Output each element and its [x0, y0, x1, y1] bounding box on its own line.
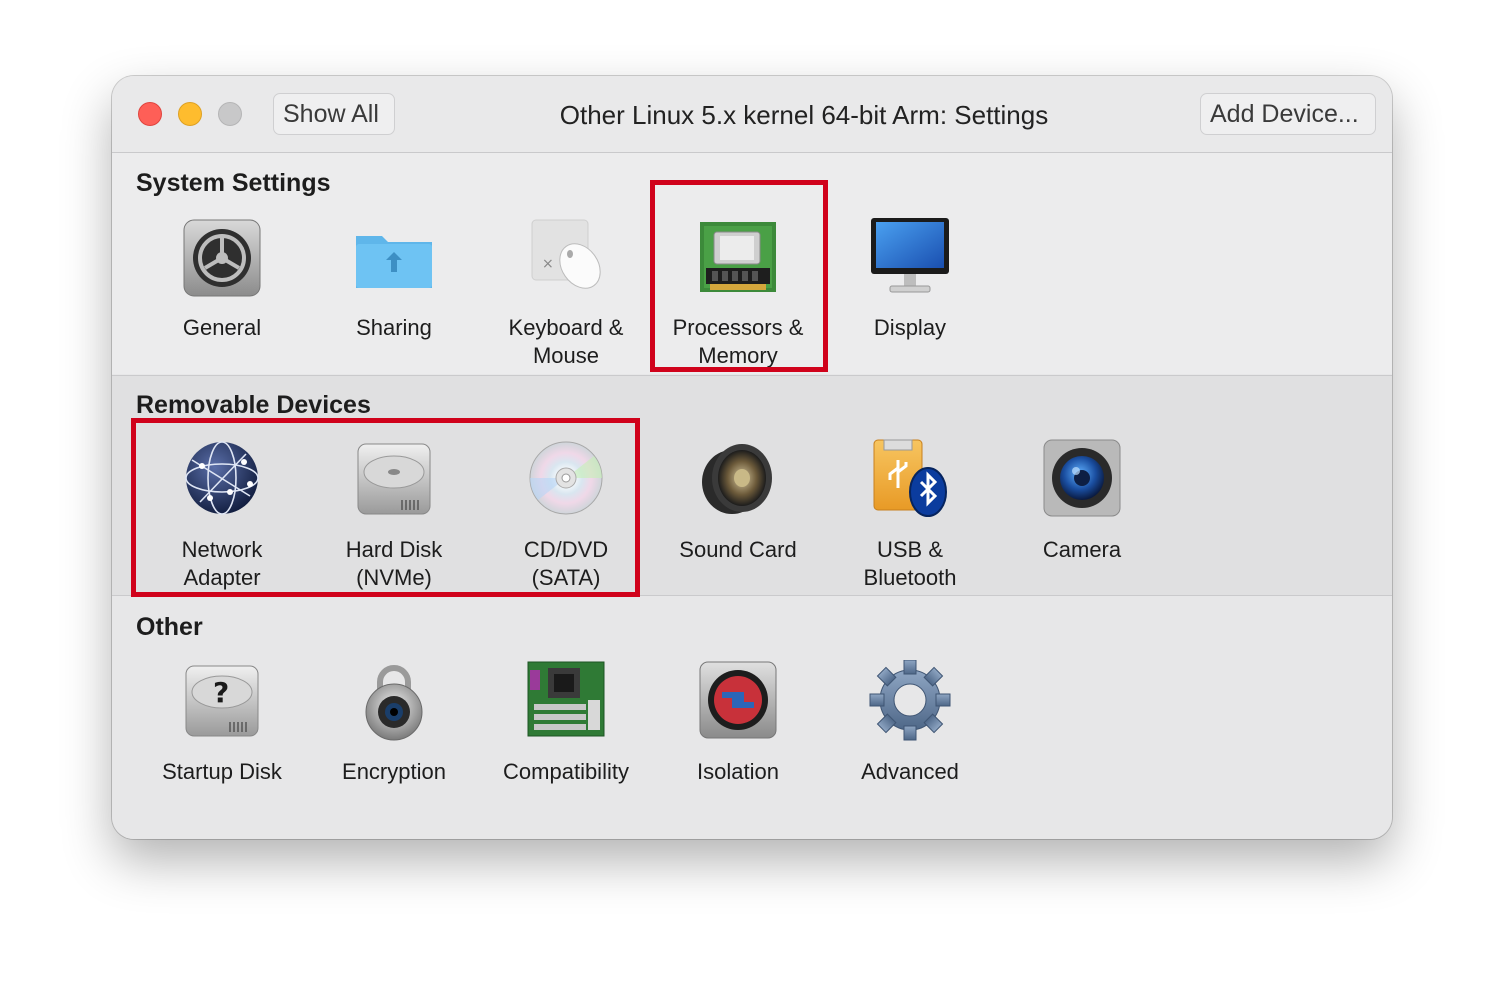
show-all-button[interactable]: Show All	[273, 93, 395, 135]
item-label: Keyboard & Mouse	[508, 315, 624, 368]
zoom-button[interactable]	[218, 102, 242, 126]
svg-text:?: ?	[213, 676, 229, 709]
item-label: Encryption	[342, 759, 446, 784]
item-label: Isolation	[697, 759, 779, 784]
advanced-gear-icon	[868, 660, 952, 744]
item-usb-bluetooth[interactable]: USB & Bluetooth	[824, 438, 996, 592]
svg-text:×: ×	[542, 256, 554, 272]
padlock-icon	[352, 660, 436, 744]
add-device-button[interactable]: Add Device...	[1200, 93, 1376, 135]
item-label: Startup Disk	[162, 759, 282, 784]
display-icon	[868, 216, 952, 300]
item-label: Advanced	[861, 759, 959, 784]
item-label: Camera	[1042, 537, 1122, 562]
item-label: Compatibility	[503, 759, 629, 784]
title-bar: Show All Other Linux 5.x kernel 64-bit A…	[112, 76, 1392, 153]
item-label: Display	[873, 315, 947, 340]
isolation-icon	[696, 660, 780, 744]
item-label: General	[182, 315, 262, 340]
motherboard-icon	[524, 660, 608, 744]
item-startup-disk[interactable]: ? Startup Disk	[136, 660, 308, 786]
general-icon	[180, 216, 264, 300]
speaker-icon	[696, 438, 780, 522]
item-display[interactable]: Display	[824, 216, 996, 342]
usb-bluetooth-icon	[868, 438, 952, 522]
item-encryption[interactable]: Encryption	[308, 660, 480, 786]
item-camera[interactable]: Camera	[996, 438, 1168, 564]
item-compatibility[interactable]: Compatibility	[480, 660, 652, 786]
item-advanced[interactable]: Advanced	[824, 660, 996, 786]
close-button[interactable]	[138, 102, 162, 126]
item-sharing[interactable]: Sharing	[308, 216, 480, 342]
camera-icon	[1040, 438, 1124, 522]
item-keyboard-mouse[interactable]: × Keyboard & Mouse	[480, 216, 652, 370]
settings-window: Show All Other Linux 5.x kernel 64-bit A…	[112, 76, 1392, 839]
item-sound-card[interactable]: Sound Card	[652, 438, 824, 564]
minimize-button[interactable]	[178, 102, 202, 126]
item-label: Sharing	[356, 315, 432, 340]
section-title-other: Other	[136, 613, 203, 641]
item-label: USB & Bluetooth	[863, 537, 957, 590]
window-title: Other Linux 5.x kernel 64-bit Arm: Setti…	[559, 100, 1049, 130]
keyboard-mouse-icon: ×	[524, 216, 608, 300]
item-label: Sound Card	[679, 537, 797, 562]
section-title-removable: Removable Devices	[136, 391, 371, 419]
item-general[interactable]: General	[136, 216, 308, 342]
highlight-processors-memory	[650, 180, 828, 372]
startup-disk-icon: ?	[180, 660, 264, 744]
highlight-removable-devices	[131, 418, 640, 597]
sharing-folder-icon	[352, 216, 436, 300]
item-isolation[interactable]: Isolation	[652, 660, 824, 786]
section-title-system: System Settings	[136, 169, 331, 197]
